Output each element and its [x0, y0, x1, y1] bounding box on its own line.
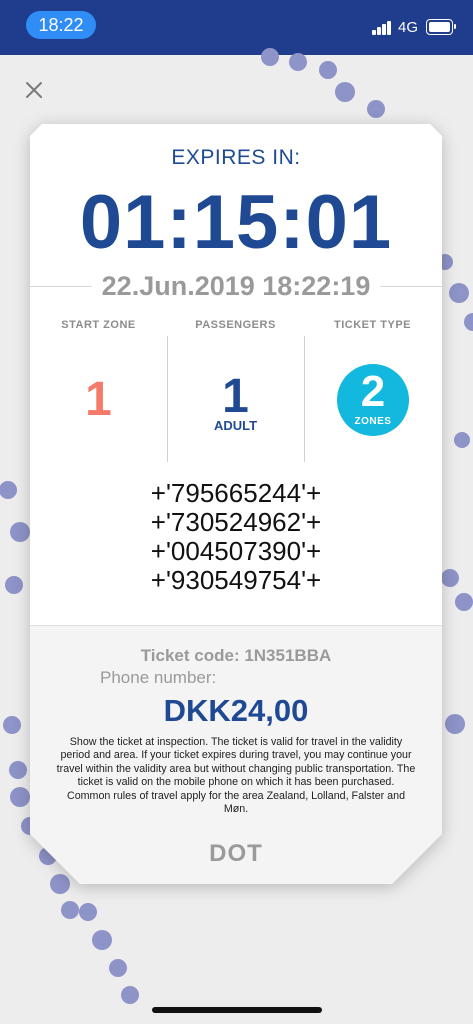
start-zone-header: START ZONE: [61, 319, 136, 331]
start-zone-value: 1: [85, 373, 112, 426]
ticket-terms: Show the ticket at inspection. The ticke…: [56, 736, 416, 816]
phone-number-label: Phone number:: [100, 668, 217, 687]
passengers-header: PASSENGERS: [195, 319, 276, 331]
column-divider: [304, 336, 305, 462]
close-icon: [26, 82, 42, 98]
ticket-card: EXPIRES IN: 01:15:01 22.Jun.2019 18:22:1…: [30, 124, 442, 884]
ticket-type-header: TICKET TYPE: [333, 319, 411, 331]
home-indicator[interactable]: [152, 1007, 322, 1013]
section-divider: [30, 625, 442, 626]
validation-code: +'730524962'+: [150, 507, 322, 537]
validity-date: 22.Jun.2019 18:22:19: [30, 271, 442, 301]
passenger-count: 1: [222, 370, 249, 423]
ticket-body: EXPIRES IN: 01:15:01 22.Jun.2019 18:22:1…: [30, 124, 442, 884]
passenger-type: ADULT: [213, 418, 258, 433]
validation-code: +'795665244'+: [150, 478, 322, 508]
zones-count: 2: [360, 367, 386, 416]
ticket-price: DKK24,00: [163, 693, 309, 728]
close-button[interactable]: [20, 76, 48, 104]
countdown-timer: 01:15:01: [79, 180, 393, 265]
validation-codes: +'795665244'+ +'730524962'+ +'004507390'…: [30, 479, 442, 595]
dot-logo: DOT: [209, 840, 263, 867]
zones-badge: 2 ZONES: [337, 364, 409, 436]
validation-code: +'930549754'+: [150, 565, 322, 595]
expires-label: EXPIRES IN:: [171, 146, 301, 169]
zones-label: ZONES: [354, 416, 392, 427]
date-text: 22.Jun.2019 18:22:19: [91, 271, 381, 301]
ticket-code: Ticket code: 1N351BBA: [140, 646, 332, 665]
validation-code: +'004507390'+: [150, 536, 322, 566]
